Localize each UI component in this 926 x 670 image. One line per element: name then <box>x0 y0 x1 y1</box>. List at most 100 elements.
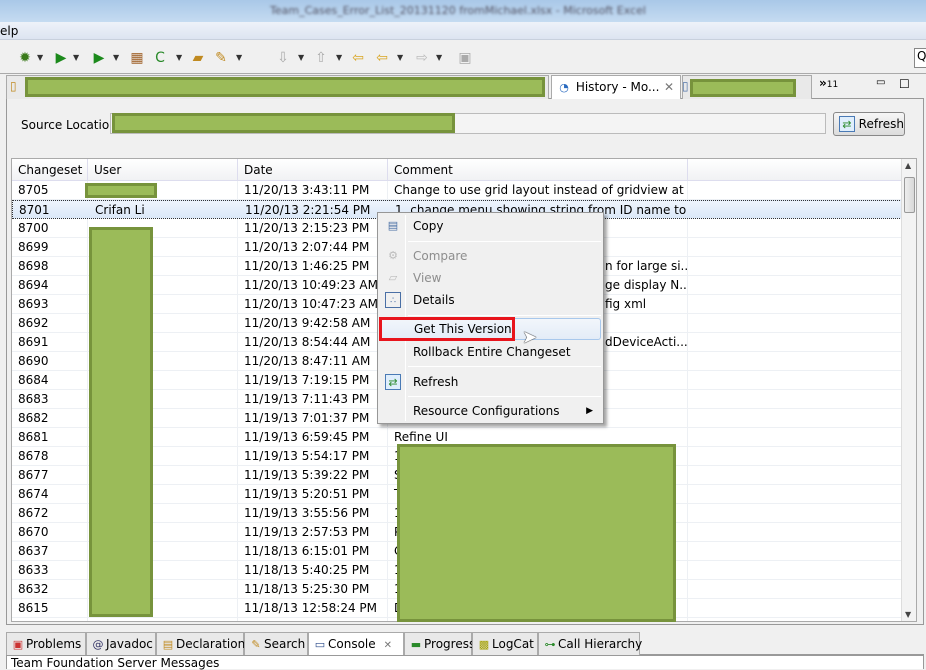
tab-problems[interactable]: ▣ Problems <box>6 632 86 655</box>
scroll-down-icon[interactable]: ▼ <box>905 610 911 619</box>
chevron-down-icon[interactable]: ▼ <box>436 53 442 62</box>
cell-changeset: 8615 <box>18 601 49 615</box>
cell-changeset: 8701 <box>19 203 50 217</box>
scrollbar-thumb[interactable] <box>904 177 915 213</box>
next-annotation-icon[interactable]: ⇩ <box>274 49 292 67</box>
file-icon: ▯ <box>10 79 17 93</box>
cell-changeset: 8693 <box>18 297 49 311</box>
new-package-icon[interactable]: ▦ <box>128 49 146 67</box>
cell-changeset: 8633 <box>18 563 49 577</box>
menu-item-view[interactable]: ▱ View <box>380 267 601 289</box>
details-icon: ∴ <box>385 292 401 308</box>
file-icon: ▯ <box>682 79 689 93</box>
menu-item-details[interactable]: ∴ Details <box>380 289 601 311</box>
cell-date: 11/18/13 6:15:01 PM <box>244 544 370 558</box>
chevron-down-icon[interactable]: ▼ <box>236 53 242 62</box>
overflow-tabs-button[interactable]: »11 <box>819 76 838 90</box>
quick-access-input[interactable]: Q <box>914 48 926 68</box>
cell-date: 11/20/13 8:47:11 AM <box>244 354 371 368</box>
run-icon[interactable]: ▶ <box>52 49 70 67</box>
redaction-block <box>25 77 545 97</box>
back-icon[interactable]: ⇦ <box>373 49 391 67</box>
refresh-button[interactable]: ⇄ Refresh <box>833 112 905 136</box>
chevron-down-icon[interactable]: ▼ <box>298 53 304 62</box>
tab-logcat[interactable]: ▩ LogCat <box>472 632 538 655</box>
cell-changeset: 8684 <box>18 373 49 387</box>
redaction-block <box>397 444 676 622</box>
table-header: Changeset User Date Comment <box>12 159 902 181</box>
column-header-comment[interactable]: Comment <box>388 159 688 181</box>
minimize-icon[interactable]: ▭ <box>876 77 885 88</box>
menu-item-rollback-entire-changeset[interactable]: Rollback Entire Changeset <box>380 341 601 363</box>
new-class-icon[interactable]: C <box>151 49 169 67</box>
cell-date: 11/19/13 3:55:56 PM <box>244 506 370 520</box>
tab-history[interactable]: ◔ History - Mo... ✕ <box>551 75 681 100</box>
cell-changeset: 8705 <box>18 183 49 197</box>
progress-icon: ▬ <box>410 638 422 651</box>
chevron-down-icon[interactable]: ▼ <box>73 53 79 62</box>
chevron-down-icon[interactable]: ▼ <box>336 53 342 62</box>
scroll-up-icon[interactable]: ▲ <box>905 161 911 170</box>
cell-changeset: 8699 <box>18 240 49 254</box>
menu-item-refresh[interactable]: ⇄ Refresh <box>380 371 601 393</box>
menu-bar: elp <box>0 22 926 40</box>
tab-progress[interactable]: ▬ Progress <box>404 632 475 655</box>
cell-changeset: 8683 <box>18 392 49 406</box>
forward-icon[interactable]: ⇨ <box>413 49 431 67</box>
chevron-down-icon[interactable]: ▼ <box>176 53 182 62</box>
tab-console[interactable]: ▭ Console ✕ <box>308 632 404 655</box>
redaction-block <box>112 113 455 133</box>
open-type-icon[interactable]: ▰ <box>189 49 207 67</box>
chevron-down-icon[interactable]: ▼ <box>397 53 403 62</box>
menu-item-compare[interactable]: ⚙ Compare <box>380 245 601 267</box>
cell-date: 11/19/13 7:19:15 PM <box>244 373 370 387</box>
close-icon[interactable]: ✕ <box>664 80 674 94</box>
compare-icon: ⚙ <box>388 249 398 262</box>
menu-item-copy[interactable]: ▤ Copy <box>380 215 601 237</box>
tab-call-hierarchy[interactable]: ⊶ Call Hierarchy <box>538 632 642 655</box>
close-icon[interactable]: ✕ <box>384 640 392 651</box>
tab-search[interactable]: ✎ Search <box>244 632 308 655</box>
menu-help[interactable]: elp <box>0 24 18 38</box>
copy-icon: ▤ <box>387 219 399 232</box>
tab-declaration[interactable]: ▤ Declaration <box>156 632 245 655</box>
chevron-down-icon[interactable]: ▼ <box>37 53 43 62</box>
console-view-title: Team Foundation Server Messages <box>6 655 924 670</box>
cell-changeset: 8670 <box>18 525 49 539</box>
cell-changeset: 8677 <box>18 468 49 482</box>
tab-javadoc[interactable]: @ Javadoc <box>86 632 156 655</box>
prev-annotation-icon[interactable]: ⇧ <box>312 49 330 67</box>
window-title-bar: Team_Cases_Error_List_20131120 fromMicha… <box>0 0 926 22</box>
refresh-button-label: Refresh <box>858 117 904 131</box>
chevron-down-icon[interactable]: ▼ <box>113 53 119 62</box>
cell-date: 11/20/13 2:15:23 PM <box>244 221 370 235</box>
cell-changeset: 8698 <box>18 259 49 273</box>
cell-date: 11/20/13 2:07:44 PM <box>244 240 370 254</box>
redaction-block <box>89 227 153 617</box>
declaration-icon: ▤ <box>162 638 174 651</box>
debug-icon[interactable]: ✹ <box>16 49 34 67</box>
vertical-scrollbar[interactable]: ▲ ▼ <box>901 159 916 621</box>
last-edit-icon[interactable]: ⇦ <box>349 49 367 67</box>
run-external-icon[interactable]: ▶ <box>90 49 108 67</box>
cell-date: 11/20/13 10:47:23 AM <box>244 297 378 311</box>
cell-date: 11/18/13 12:58:24 PM <box>244 601 378 615</box>
cell-date: 11/19/13 5:39:22 PM <box>244 468 370 482</box>
folder-icon: ▱ <box>388 271 398 284</box>
column-header-changeset[interactable]: Changeset <box>12 159 88 181</box>
cell-changeset: 8681 <box>18 430 49 444</box>
cell-changeset: 8637 <box>18 544 49 558</box>
search-icon[interactable]: ✎ <box>212 49 230 67</box>
cell-comment: Change to use grid layout instead of gri… <box>394 183 688 197</box>
column-header-date[interactable]: Date <box>238 159 388 181</box>
column-header-user[interactable]: User <box>88 159 238 181</box>
cell-changeset: 8672 <box>18 506 49 520</box>
call-hierarchy-icon: ⊶ <box>544 638 556 651</box>
pin-icon[interactable]: ▣ <box>456 49 474 67</box>
console-icon: ▭ <box>314 638 326 651</box>
toolbar: ✹ ▼ ▶ ▼ ▶ ▼ ▦ C ▼ ▰ ✎ ▼ ⇩ ▼ ⇧ ▼ ⇦ ⇦ ▼ ⇨ ▼ ▣ <box>0 40 926 74</box>
cell-changeset: 8690 <box>18 354 49 368</box>
cell-date: 11/19/13 6:59:45 PM <box>244 430 370 444</box>
maximize-icon[interactable]: ☐ <box>899 77 910 91</box>
menu-item-resource-configurations[interactable]: Resource Configurations ▶ <box>380 400 601 422</box>
